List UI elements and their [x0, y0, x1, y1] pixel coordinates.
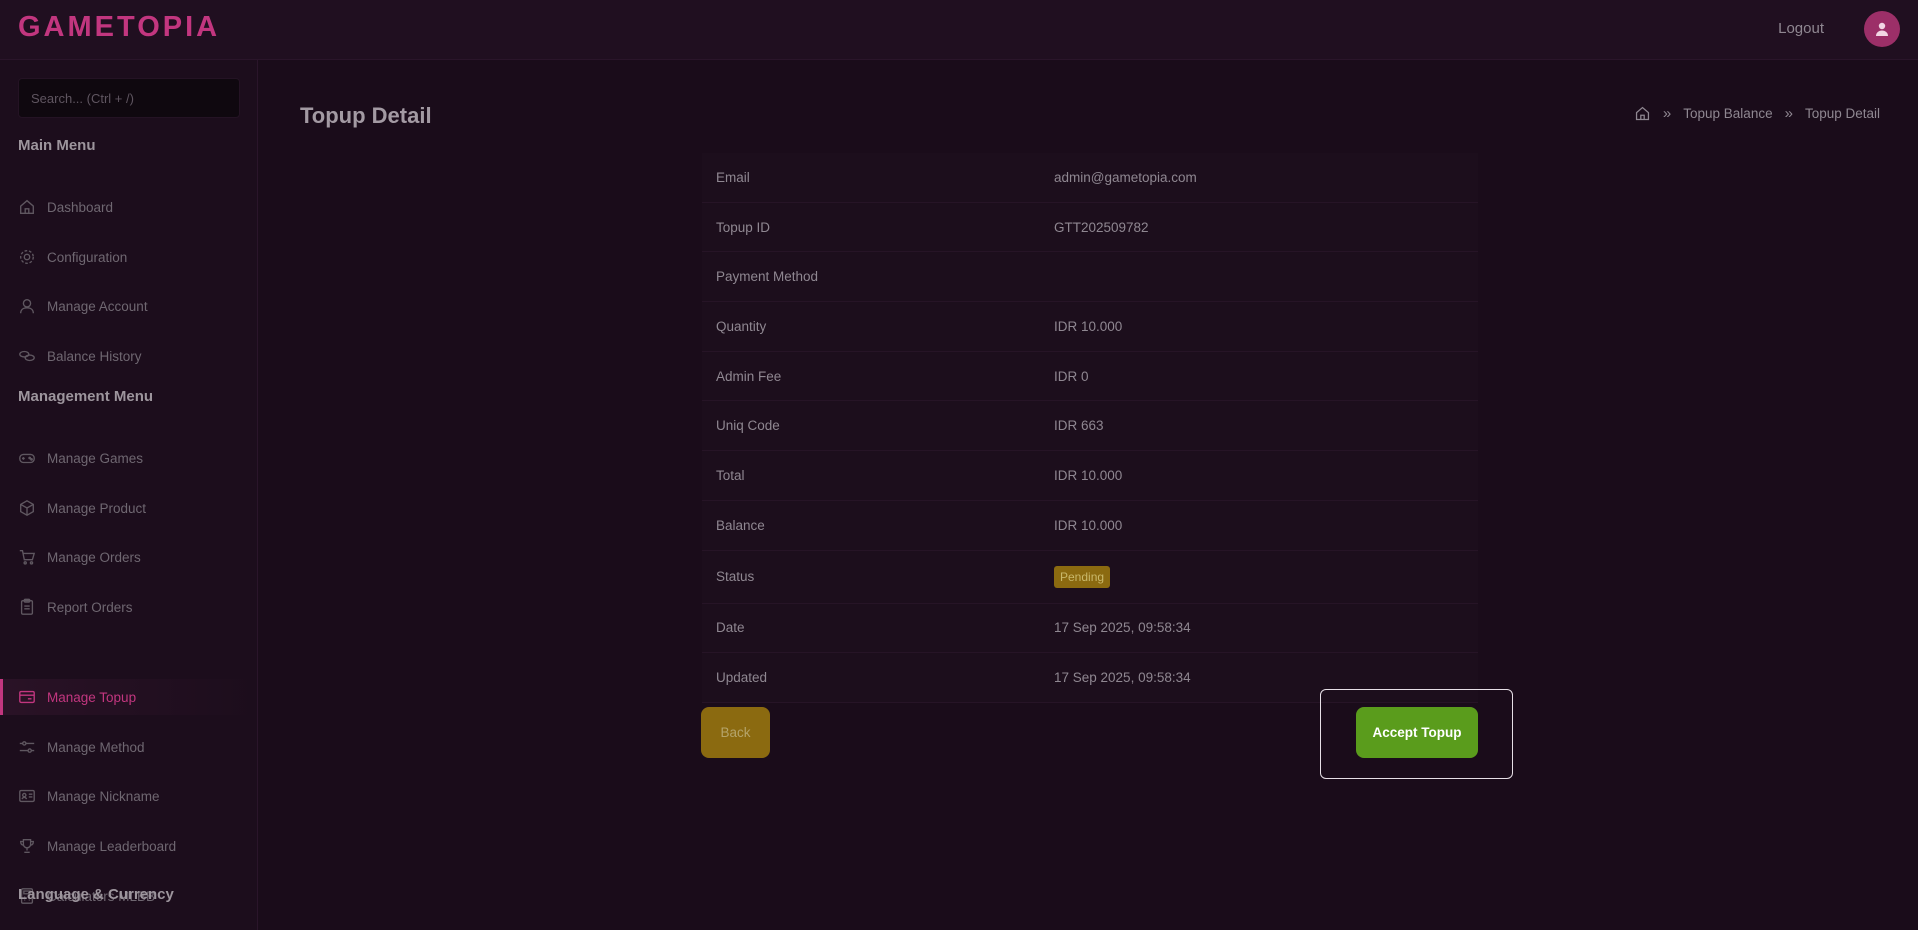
sidebar-item-manage-topup[interactable]: Manage Topup	[0, 679, 257, 715]
coins-icon	[19, 350, 35, 362]
row-label: Updated	[716, 670, 768, 686]
clipboard-icon	[20, 598, 34, 615]
sidebar-item-label: Manage Leaderboard	[47, 838, 177, 854]
row-label: Admin Fee	[716, 368, 782, 384]
sidebar-item-label: Manage Games	[47, 450, 144, 466]
sidebar-item-manage-nickname[interactable]: Manage Nickname	[0, 778, 257, 814]
breadcrumb-separator-icon: »	[1662, 105, 1672, 122]
sidebar-item-label: Balance History	[47, 348, 142, 364]
trophy-icon	[20, 839, 34, 853]
box-icon	[20, 500, 34, 516]
id-card-icon	[19, 789, 35, 803]
table-row: Admin Fee IDR 0	[702, 352, 1478, 402]
row-label: Total	[716, 467, 745, 483]
breadcrumb-item-topup-detail: Topup Detail	[1804, 106, 1880, 121]
sidebar-item-label: Manage Orders	[47, 549, 141, 565]
row-value: IDR 663	[1054, 418, 1104, 434]
breadcrumb-separator-icon: »	[1784, 105, 1793, 122]
sidebar-item-report-orders[interactable]: Report Orders	[0, 589, 257, 625]
row-label: Status	[716, 569, 755, 584]
table-row: Date 17 Sep 2025, 09:58:34	[702, 604, 1478, 654]
sidebar-item-label: Configuration	[47, 249, 128, 265]
cart-icon	[19, 550, 36, 565]
row-value: IDR 10.000	[1054, 517, 1123, 533]
sidebar-item-manage-product[interactable]: Manage Product	[0, 490, 257, 526]
row-value: IDR 10.000	[1054, 467, 1123, 483]
user-avatar-icon	[1876, 22, 1888, 36]
sidebar-item-manage-orders[interactable]: Manage Orders	[0, 539, 257, 575]
row-label: Payment Method	[716, 269, 819, 285]
management-menu-title: Management Menu	[18, 388, 154, 405]
sidebar-item-configuration[interactable]: Configuration	[0, 239, 257, 275]
status-badge: Pending	[1054, 565, 1111, 588]
row-value: GTT202509782	[1054, 219, 1149, 235]
sidebar-item-manage-games[interactable]: Manage Games	[0, 440, 257, 476]
back-button[interactable]: Back	[701, 707, 770, 758]
row-value: 17 Sep 2025, 09:58:34	[1054, 620, 1191, 636]
row-label: Balance	[716, 517, 765, 533]
breadcrumb-item-topup-balance[interactable]: Topup Balance	[1683, 106, 1772, 121]
sidebar: Main Menu Dashboard Configuration Manage…	[0, 60, 258, 930]
logo[interactable]: GAMETOPIA	[18, 11, 220, 44]
row-label: Quantity	[716, 318, 767, 334]
accept-topup-button[interactable]: Accept Topup	[1356, 707, 1478, 758]
table-row: Payment Method	[702, 252, 1478, 303]
row-value: 17 Sep 2025, 09:58:34	[1054, 670, 1191, 686]
user-icon	[20, 299, 34, 314]
main-menu-title: Main Menu	[18, 137, 96, 154]
table-row: Topup ID GTT202509782	[702, 203, 1478, 253]
sliders-icon	[19, 741, 35, 753]
table-row: Total IDR 10.000	[702, 451, 1478, 501]
sidebar-item-label: Manage Nickname	[47, 788, 160, 804]
row-label: Email	[716, 169, 750, 185]
sidebar-item-label: Report Orders	[47, 599, 133, 615]
topup-detail-table: Email admin@gametopia.com Topup ID GTT20…	[702, 153, 1478, 703]
sidebar-item-manage-account[interactable]: Manage Account	[0, 288, 257, 324]
table-row: Uniq Code IDR 663	[702, 401, 1478, 452]
row-value: IDR 0	[1054, 368, 1089, 384]
sidebar-item-dashboard[interactable]: Dashboard	[0, 189, 257, 225]
page-title: Topup Detail	[300, 103, 432, 128]
table-row: Email admin@gametopia.com	[702, 153, 1478, 203]
search-input[interactable]	[18, 78, 240, 118]
sidebar-item-label: Manage Method	[47, 739, 145, 755]
top-bar: GAMETOPIA Logout	[0, 0, 1918, 60]
avatar[interactable]	[1864, 11, 1900, 47]
sidebar-item-label: Manage Product	[47, 500, 147, 516]
sidebar-item-manage-method[interactable]: Manage Method	[0, 729, 257, 765]
gear-icon	[20, 250, 34, 264]
breadcrumb: » Topup Balance » Topup Detail	[1634, 105, 1880, 122]
home-icon	[20, 199, 34, 214]
home-icon[interactable]	[1634, 105, 1651, 122]
table-row: Balance IDR 10.000	[702, 501, 1478, 551]
row-value: IDR 10.000	[1054, 318, 1123, 334]
wallet-icon	[19, 690, 35, 704]
logout-link[interactable]: Logout	[1778, 20, 1824, 37]
table-row: Quantity IDR 10.000	[702, 302, 1478, 352]
row-label: Topup ID	[716, 219, 771, 235]
row-value: Pending	[1054, 565, 1111, 588]
sidebar-item-label: Manage Topup	[47, 689, 137, 705]
sidebar-item-balance-history[interactable]: Balance History	[0, 338, 257, 374]
language-currency-title: Language & Currency	[18, 886, 174, 903]
sidebar-item-manage-leaderboard[interactable]: Manage Leaderboard	[0, 828, 257, 864]
gamepad-icon	[19, 453, 35, 464]
row-label: Date	[716, 620, 745, 636]
row-label: Uniq Code	[716, 418, 780, 434]
sidebar-item-label: Dashboard	[47, 199, 114, 215]
row-value: admin@gametopia.com	[1054, 169, 1197, 185]
table-row: Status Pending	[702, 551, 1478, 604]
sidebar-item-label: Manage Account	[47, 298, 148, 314]
